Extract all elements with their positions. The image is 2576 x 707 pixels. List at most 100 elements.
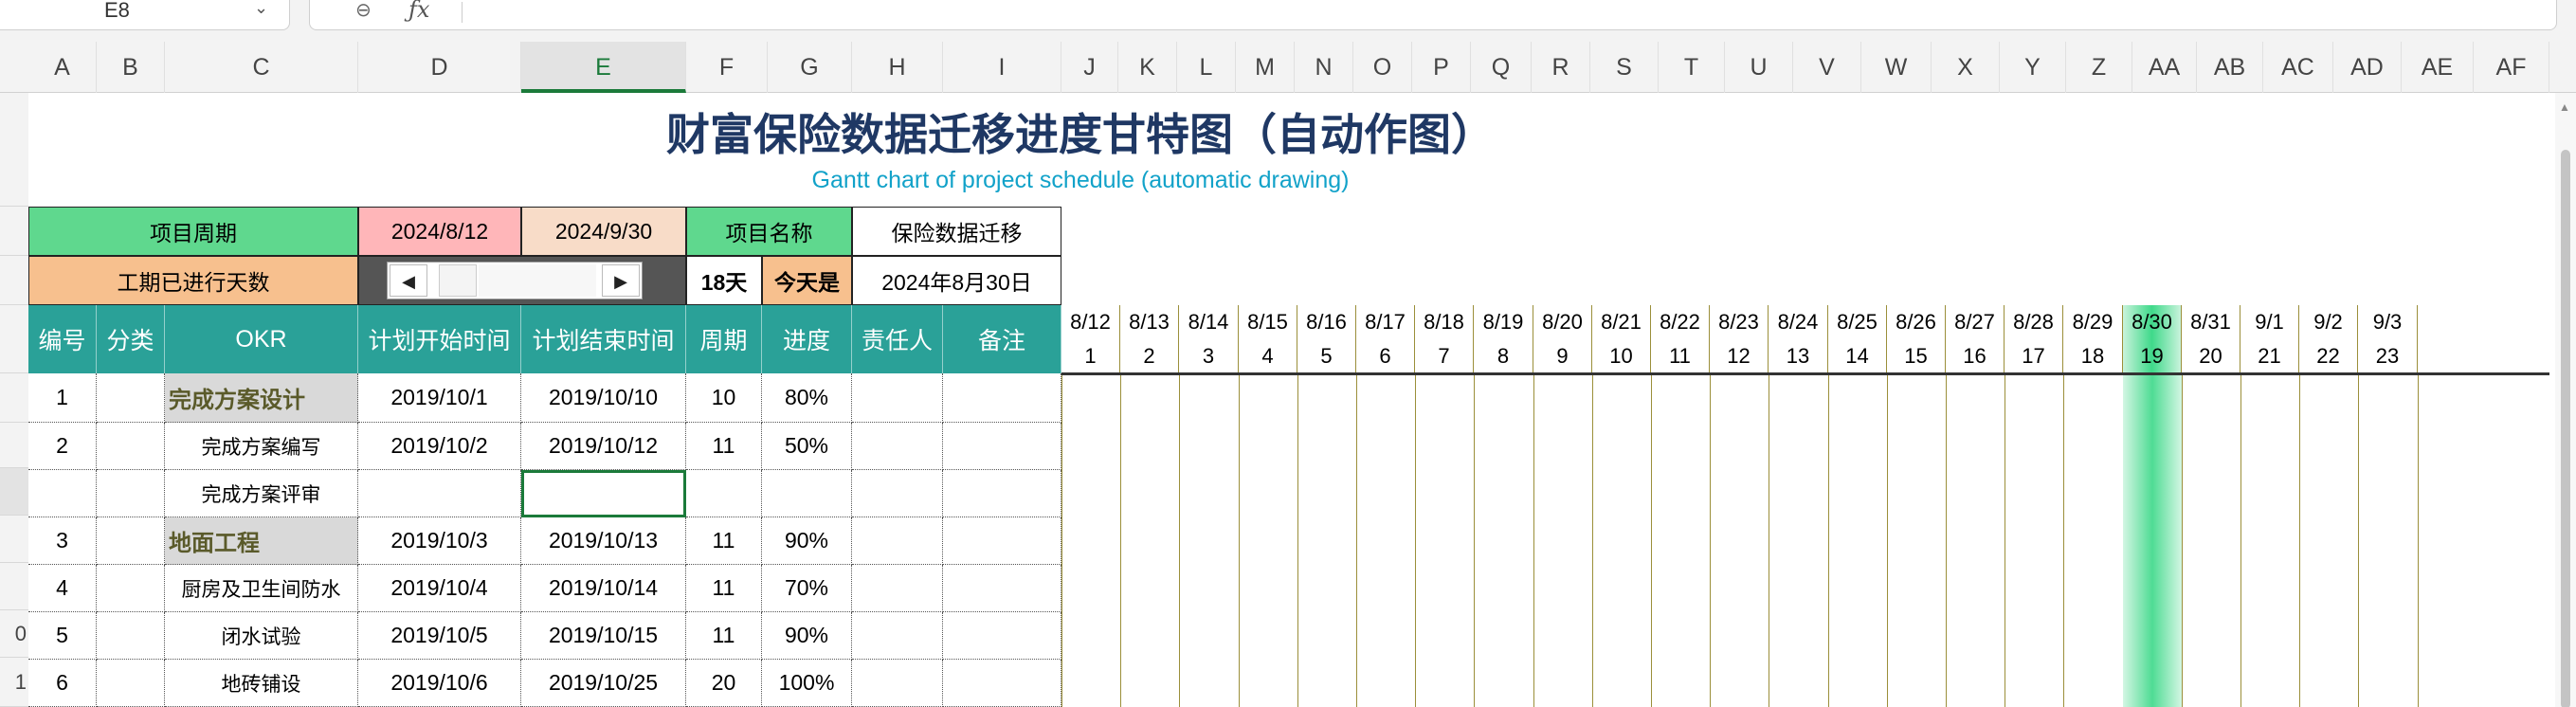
task-cell-start[interactable] [358,470,521,517]
task-cell-okr[interactable]: 地砖铺设 [165,660,358,707]
task-cell-period[interactable]: 10 [686,373,762,423]
task-cell-progress[interactable]: 50% [762,423,852,470]
start-date-cell[interactable]: 2024/8/12 [358,207,521,256]
task-cell-progress[interactable]: 100% [762,660,852,707]
column-header-z[interactable]: Z [2066,42,2132,93]
task-cell-period[interactable]: 11 [686,517,762,565]
zoom-icon[interactable]: ⊖ [355,0,372,22]
task-cell-id[interactable] [28,470,97,517]
column-header-s[interactable]: S [1590,42,1659,93]
column-header-af[interactable]: AF [2474,42,2549,93]
task-cell-period[interactable]: 11 [686,565,762,612]
project-name-cell[interactable]: 保险数据迁移 [852,207,1061,256]
task-cell-period[interactable]: 11 [686,423,762,470]
task-cell-end[interactable]: 2019/10/10 [521,373,686,423]
column-header-t[interactable]: T [1659,42,1725,93]
task-cell-id[interactable]: 3 [28,517,97,565]
task-cell-owner[interactable] [852,612,943,660]
task-cell-period[interactable]: 20 [686,660,762,707]
task-cell-start[interactable]: 2019/10/6 [358,660,521,707]
chevron-down-icon[interactable]: ⌄ [254,0,268,18]
task-cell-progress[interactable]: 80% [762,373,852,423]
column-header-w[interactable]: W [1861,42,1932,93]
task-cell-period[interactable]: 11 [686,612,762,660]
task-cell-note[interactable] [943,470,1061,517]
task-cell-end[interactable]: 2019/10/15 [521,612,686,660]
task-cell-okr[interactable]: 完成方案评审 [165,470,358,517]
column-header-u[interactable]: U [1725,42,1793,93]
column-header-e[interactable]: E [521,42,686,93]
task-cell-progress[interactable]: 90% [762,517,852,565]
row-header[interactable] [0,423,28,468]
column-header-x[interactable]: X [1932,42,2000,93]
task-cell-okr[interactable]: 地面工程 [165,517,358,565]
task-cell-end[interactable] [521,470,686,517]
task-cell-category[interactable] [97,373,165,423]
days-scrollbar[interactable]: ◀ ▶ [387,262,643,299]
column-header-d[interactable]: D [358,42,521,93]
row-header[interactable] [0,516,28,563]
column-header-n[interactable]: N [1295,42,1353,93]
task-cell-owner[interactable] [852,470,943,517]
task-cell-category[interactable] [97,517,165,565]
task-cell-end[interactable]: 2019/10/14 [521,565,686,612]
column-header-y[interactable]: Y [2000,42,2066,93]
task-cell-progress[interactable] [762,470,852,517]
task-cell-end[interactable]: 2019/10/25 [521,660,686,707]
task-cell-category[interactable] [97,612,165,660]
task-cell-category[interactable] [97,423,165,470]
task-cell-owner[interactable] [852,660,943,707]
task-cell-note[interactable] [943,423,1061,470]
row-header[interactable] [0,207,28,256]
scroll-track[interactable] [479,264,596,297]
scroll-right-button[interactable]: ▶ [602,264,640,297]
column-header-l[interactable]: L [1177,42,1236,93]
column-header-ae[interactable]: AE [2402,42,2474,93]
task-cell-category[interactable] [97,660,165,707]
row-header[interactable] [0,93,28,207]
column-header-p[interactable]: P [1412,42,1471,93]
column-header-q[interactable]: Q [1471,42,1532,93]
task-cell-progress[interactable]: 70% [762,565,852,612]
row-header[interactable] [0,373,28,423]
task-cell-end[interactable]: 2019/10/12 [521,423,686,470]
scroll-thumb[interactable] [439,264,477,297]
column-header-f[interactable]: F [686,42,768,93]
column-header-v[interactable]: V [1793,42,1861,93]
name-box[interactable]: E8 ⌄ [0,0,290,30]
task-cell-note[interactable] [943,565,1061,612]
row-header[interactable] [0,563,28,610]
task-cell-id[interactable]: 4 [28,565,97,612]
column-header-g[interactable]: G [768,42,852,93]
task-cell-start[interactable]: 2019/10/5 [358,612,521,660]
row-header[interactable] [0,305,28,373]
column-header-h[interactable]: H [852,42,943,93]
scroll-left-button[interactable]: ◀ [390,264,427,297]
row-header[interactable] [0,256,28,305]
task-cell-category[interactable] [97,565,165,612]
column-header-o[interactable]: O [1353,42,1412,93]
task-cell-okr[interactable]: 厨房及卫生间防水 [165,565,358,612]
task-cell-okr[interactable]: 完成方案编写 [165,423,358,470]
task-cell-end[interactable]: 2019/10/13 [521,517,686,565]
task-cell-start[interactable]: 2019/10/3 [358,517,521,565]
task-cell-start[interactable]: 2019/10/4 [358,565,521,612]
scroll-up-icon[interactable]: ▲ [2559,100,2570,114]
column-header-ab[interactable]: AB [2197,42,2263,93]
task-cell-okr[interactable]: 闭水试验 [165,612,358,660]
end-date-cell[interactable]: 2024/9/30 [521,207,686,256]
column-header-ac[interactable]: AC [2263,42,2333,93]
task-cell-okr[interactable]: 完成方案设计 [165,373,358,423]
column-header-i[interactable]: I [943,42,1061,93]
row-header[interactable]: 0 [0,610,28,658]
task-cell-owner[interactable] [852,373,943,423]
task-cell-owner[interactable] [852,565,943,612]
column-header-c[interactable]: C [165,42,358,93]
vertical-scrollbar[interactable]: ▲ [2555,93,2576,707]
column-header-k[interactable]: K [1118,42,1177,93]
column-header-m[interactable]: M [1236,42,1295,93]
row-header[interactable]: 1 [0,658,28,707]
task-cell-start[interactable]: 2019/10/1 [358,373,521,423]
task-cell-category[interactable] [97,470,165,517]
task-cell-note[interactable] [943,517,1061,565]
